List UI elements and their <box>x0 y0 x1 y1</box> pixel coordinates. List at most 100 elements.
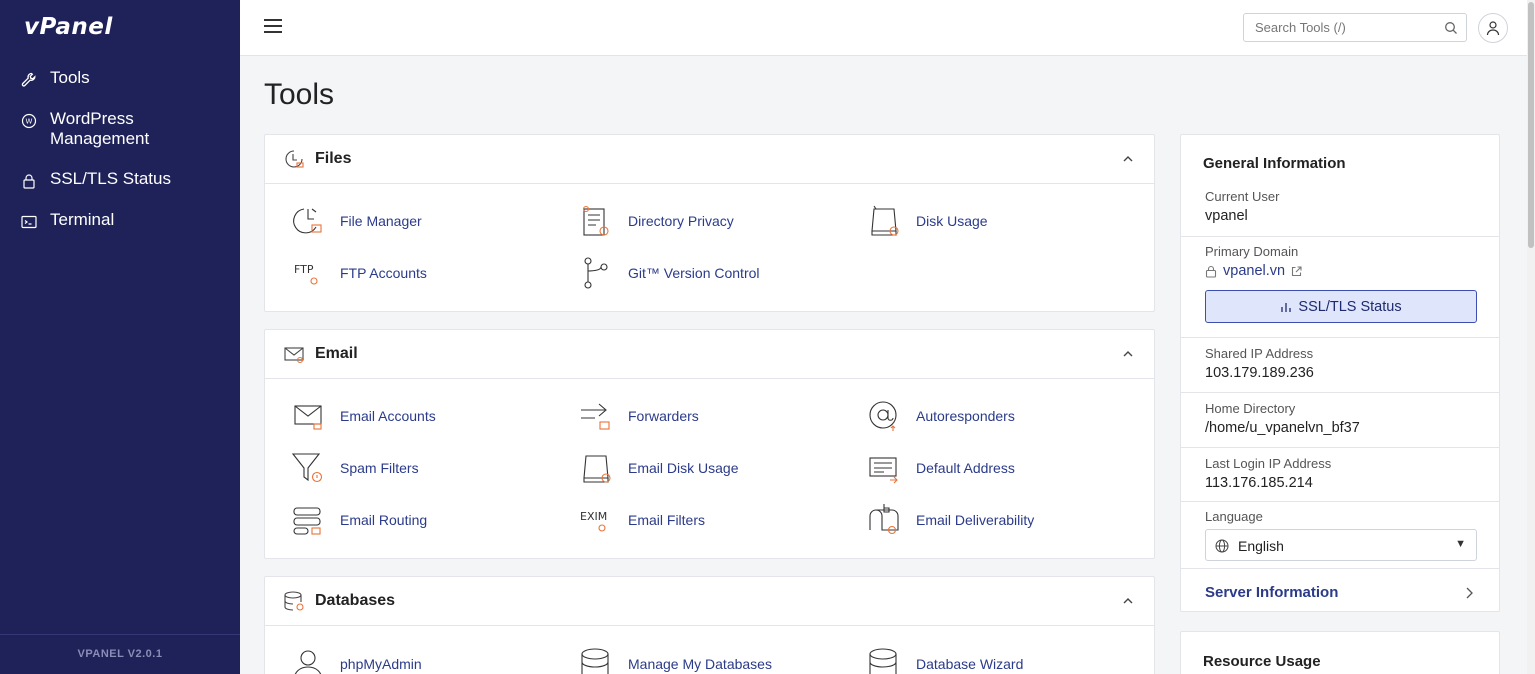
tool-email-accounts[interactable]: Email Accounts <box>290 396 436 436</box>
spam-filter-icon <box>291 453 323 483</box>
search-icon[interactable] <box>1444 21 1458 35</box>
tool-database-wizard[interactable]: Database Wizard <box>866 644 1023 674</box>
tool-label: File Manager <box>340 213 422 229</box>
tool-label: phpMyAdmin <box>340 656 422 672</box>
language-select[interactable]: English ▼ <box>1205 529 1477 561</box>
chevron-up-icon[interactable] <box>1122 153 1134 165</box>
tool-label: Directory Privacy <box>628 213 734 229</box>
last-login-value: 113.176.185.214 <box>1205 475 1313 491</box>
section-title: Databases <box>315 592 396 609</box>
sidebar-item-terminal[interactable]: Terminal <box>0 204 240 237</box>
database-wizard-icon <box>869 648 897 674</box>
tool-email-disk-usage[interactable]: Email Disk Usage <box>578 448 738 488</box>
tool-email-deliverability[interactable]: Email Deliverability <box>866 500 1034 540</box>
card-title: Resource Usage <box>1203 653 1321 670</box>
sidebar-item-ssl[interactable]: SSL/TLS Status <box>0 163 240 196</box>
current-user-row: Current User vpanel <box>1181 135 1499 237</box>
user-account-button[interactable] <box>1478 13 1508 43</box>
chevron-right-icon[interactable] <box>1465 587 1473 599</box>
section-title: Files <box>315 150 352 167</box>
wrench-icon <box>21 72 36 87</box>
tool-default-address[interactable]: Default Address <box>866 448 1015 488</box>
home-directory-row: Home Directory /home/u_vpanelvn_bf37 <box>1181 393 1499 448</box>
git-icon <box>584 257 608 289</box>
tool-label: Autoresponders <box>916 408 1015 424</box>
primary-domain-label: Primary Domain <box>1205 244 1299 259</box>
tool-disk-usage[interactable]: Disk Usage <box>866 201 988 241</box>
files-section-header[interactable]: Files <box>265 135 1154 184</box>
email-routing-icon <box>293 507 321 535</box>
tool-label: Git™ Version Control <box>628 265 760 281</box>
sidebar-item-wordpress[interactable]: W WordPress Management <box>0 103 240 155</box>
page-scrollbar[interactable] <box>1527 0 1535 674</box>
tool-label: Email Filters <box>628 512 706 528</box>
database-icon <box>284 591 304 611</box>
wordpress-icon: W <box>21 113 37 129</box>
menu-toggle-icon[interactable] <box>264 19 282 35</box>
disk-usage-icon <box>871 205 899 236</box>
tool-label: Email Routing <box>340 512 428 528</box>
tool-ftp-accounts[interactable]: FTP FTP Accounts <box>290 253 427 293</box>
tool-email-filters[interactable]: EXIM Email Filters <box>578 500 705 540</box>
manage-databases-icon <box>581 648 609 674</box>
ssl-tls-status-button[interactable]: SSL/TLS Status <box>1205 290 1477 323</box>
dropdown-caret-icon: ▼ <box>1455 538 1466 550</box>
vpanel-logo[interactable]: vPanel <box>24 14 113 40</box>
sidebar-item-tools[interactable]: Tools <box>0 62 240 95</box>
version-label: VPANEL V2.0.1 <box>0 634 240 674</box>
ftp-icon: FTP <box>294 263 318 285</box>
tool-label: Default Address <box>916 460 1015 476</box>
default-address-icon <box>869 457 898 484</box>
globe-icon <box>1215 539 1229 553</box>
email-disk-usage-icon <box>583 455 611 483</box>
files-icon <box>285 150 304 168</box>
tool-directory-privacy[interactable]: Directory Privacy <box>578 201 734 241</box>
last-login-row: Last Login IP Address 113.176.185.214 <box>1181 448 1499 502</box>
search-box[interactable] <box>1243 13 1467 42</box>
email-section-header[interactable]: Email <box>265 330 1154 379</box>
tool-label: Database Wizard <box>916 656 1024 672</box>
server-information-link[interactable]: Server Information <box>1205 584 1338 601</box>
chevron-up-icon[interactable] <box>1122 348 1134 360</box>
scrollbar-thumb[interactable] <box>1528 2 1534 248</box>
shared-ip-row: Shared IP Address 103.179.189.236 <box>1181 338 1499 393</box>
svg-text:EXIM: EXIM <box>580 510 607 523</box>
tool-manage-my-databases[interactable]: Manage My Databases <box>578 644 772 674</box>
file-manager-icon <box>293 208 322 234</box>
tool-file-manager[interactable]: File Manager <box>290 201 422 241</box>
databases-section-header[interactable]: Databases <box>265 577 1154 626</box>
tool-label: FTP Accounts <box>340 265 427 281</box>
search-input[interactable] <box>1244 14 1434 41</box>
sidebar-nav: Tools W WordPress Management SSL/TLS Sta… <box>0 62 240 245</box>
tool-git-version-control[interactable]: Git™ Version Control <box>578 253 760 293</box>
current-user-value: vpanel <box>1205 208 1248 224</box>
svg-text:FTP: FTP <box>294 263 314 276</box>
tool-spam-filters[interactable]: Spam Filters <box>290 448 419 488</box>
tool-autoresponders[interactable]: Autoresponders <box>866 396 1015 436</box>
chevron-up-icon[interactable] <box>1122 595 1134 607</box>
shared-ip-label: Shared IP Address <box>1205 346 1314 361</box>
tool-label: Manage My Databases <box>628 656 772 672</box>
tool-label: Email Accounts <box>340 408 436 424</box>
language-label: Language <box>1205 509 1263 524</box>
files-section: Files File Manager Directory Privacy Dis… <box>264 134 1155 312</box>
primary-domain-value: vpanel.vn <box>1223 263 1286 279</box>
home-directory-label: Home Directory <box>1205 401 1296 416</box>
lock-icon <box>1205 265 1217 278</box>
primary-domain-link[interactable]: vpanel.vn <box>1205 263 1302 279</box>
sidebar-item-label: Tools <box>50 68 90 87</box>
email-icon <box>284 347 304 364</box>
tool-label: Forwarders <box>628 408 699 424</box>
home-directory-value: /home/u_vpanelvn_bf37 <box>1205 420 1360 436</box>
bar-chart-icon <box>1281 302 1292 312</box>
tool-label: Spam Filters <box>340 460 419 476</box>
sidebar-item-label: Terminal <box>50 210 115 229</box>
language-value: English <box>1238 538 1284 554</box>
ssl-button-label: SSL/TLS Status <box>1298 298 1402 315</box>
autoresponders-icon <box>869 401 897 431</box>
tool-phpmyadmin[interactable]: phpMyAdmin <box>290 644 422 674</box>
terminal-icon <box>21 215 37 229</box>
topbar <box>240 0 1527 56</box>
tool-email-routing[interactable]: Email Routing <box>290 500 427 540</box>
tool-forwarders[interactable]: Forwarders <box>578 396 699 436</box>
